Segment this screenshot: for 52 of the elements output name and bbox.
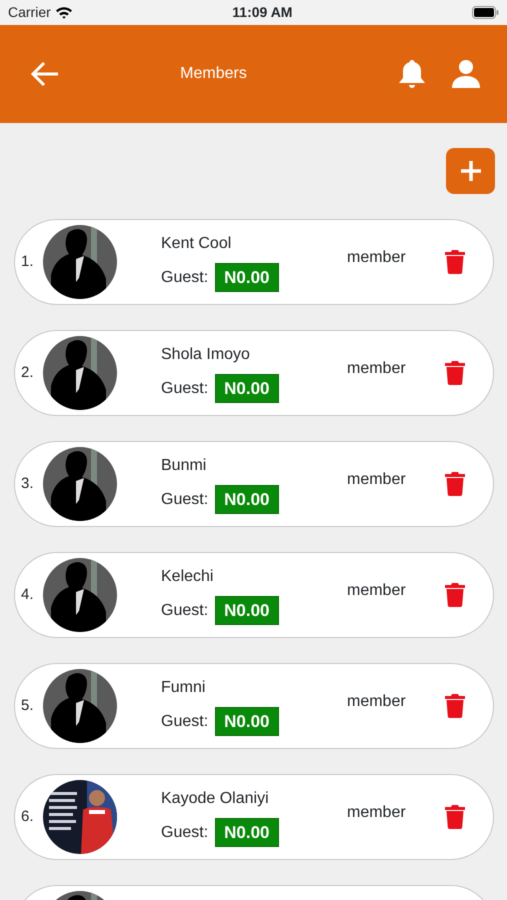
row-number: 4. — [21, 584, 35, 605]
page-title: Members — [180, 65, 247, 82]
role-text: member — [347, 359, 407, 379]
member-card[interactable]: 6. Kayode Olaniyi Guest: N0.00 member — [14, 774, 494, 860]
member-name: Shola Imoyo — [161, 344, 251, 365]
user-icon[interactable] — [451, 59, 481, 89]
member-name: Kelechi — [161, 566, 214, 587]
member-card[interactable]: 1. Kent Cool Guest: N0.00 member — [14, 219, 494, 305]
row-number: 6. — [21, 806, 35, 827]
member-card[interactable]: 4. Kelechi Guest: N0.00 member — [14, 552, 494, 638]
row-number: 5. — [21, 696, 35, 716]
guest-label: Guest: — [161, 600, 208, 620]
guest-label: Guest: — [161, 268, 208, 288]
delete-icon[interactable] — [445, 472, 465, 496]
guest-label: Guest: — [161, 712, 208, 732]
role-text: member — [347, 692, 407, 712]
clock-text: 11:09 AM — [232, 3, 292, 22]
delete-icon[interactable] — [445, 361, 465, 385]
row-number: 1. — [21, 252, 35, 272]
balance-amount: N0.00 — [215, 484, 279, 514]
guest-label: Guest: — [161, 490, 208, 510]
delete-icon[interactable] — [445, 694, 465, 718]
balance-amount: N0.00 — [215, 374, 279, 404]
role-text: member — [347, 581, 407, 601]
guest-label: Guest: — [161, 378, 208, 398]
row-number: 2. — [21, 362, 35, 383]
row-number: 3. — [21, 474, 35, 494]
back-arrow-icon[interactable] — [30, 61, 60, 87]
member-name: Fumni — [161, 678, 206, 698]
member-name: Kayode Olaniyi — [161, 788, 270, 809]
delete-icon[interactable] — [445, 805, 465, 829]
plus-icon — [460, 160, 482, 182]
guest-label: Guest: — [161, 822, 208, 842]
balance-amount: N0.00 — [215, 818, 279, 848]
bell-icon[interactable] — [397, 58, 427, 90]
role-text: member — [347, 470, 407, 490]
member-card[interactable]: 3. Bunmi Guest: N0.00 member — [14, 441, 494, 527]
wifi-icon — [54, 6, 73, 19]
member-card[interactable]: 2. Shola Imoyo Guest: N0.00 member — [14, 330, 494, 416]
member-name: Bunmi — [161, 456, 208, 476]
role-text: member — [347, 248, 407, 268]
member-name: Kent Cool — [161, 234, 232, 254]
delete-icon[interactable] — [445, 583, 465, 607]
balance-amount: N0.00 — [215, 262, 279, 292]
delete-icon[interactable] — [445, 250, 465, 274]
role-text: member — [347, 803, 407, 823]
balance-amount: N0.00 — [215, 596, 279, 626]
balance-amount: N0.00 — [215, 706, 279, 736]
member-card[interactable]: 5. Fumni Guest: N0.00 member — [14, 663, 494, 749]
battery-icon — [472, 6, 499, 19]
carrier-text: Carrier — [8, 3, 51, 22]
add-button[interactable] — [446, 148, 495, 194]
